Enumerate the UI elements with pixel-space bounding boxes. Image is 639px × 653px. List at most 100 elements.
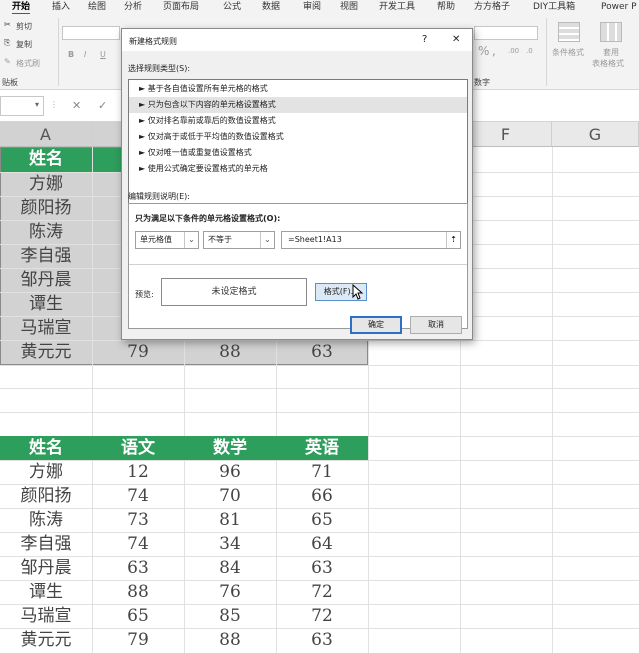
- bottom-score-cell[interactable]: 63: [92, 556, 184, 580]
- bottom-score-cell[interactable]: 73: [92, 508, 184, 532]
- bottom-score-cell[interactable]: 71: [276, 460, 368, 484]
- top-score-cell[interactable]: 79: [92, 340, 184, 364]
- tab-analyze[interactable]: 分析: [124, 0, 142, 14]
- tab-view[interactable]: 视图: [340, 0, 358, 14]
- bottom-name-cell[interactable]: 谭生: [0, 580, 92, 604]
- dialog-titlebar[interactable]: 新建格式规则 ? ✕: [122, 29, 472, 51]
- operator-combo[interactable]: 不等于 ⌄: [203, 231, 275, 249]
- bottom-header-cell[interactable]: 英语: [276, 436, 368, 460]
- bottom-score-cell[interactable]: 81: [184, 508, 276, 532]
- tab-help[interactable]: 帮助: [437, 0, 455, 14]
- range-select-icon[interactable]: ⇡: [446, 232, 460, 248]
- top-name-cell[interactable]: 陈涛: [0, 220, 92, 244]
- format-painter-button[interactable]: 格式刷: [16, 58, 40, 69]
- bottom-score-cell[interactable]: 72: [276, 604, 368, 628]
- tab-data[interactable]: 数据: [262, 0, 280, 14]
- column-header-a[interactable]: A: [0, 122, 92, 147]
- rule-type-item[interactable]: ► 仅对排名靠前或靠后的数值设置格式: [129, 113, 467, 129]
- rule-type-item-selected[interactable]: ► 只为包含以下内容的单元格设置格式: [129, 97, 467, 113]
- tab-insert[interactable]: 插入: [52, 0, 70, 14]
- bottom-name-cell[interactable]: 陈涛: [0, 508, 92, 532]
- top-name-cell[interactable]: 邹丹晨: [0, 268, 92, 292]
- decrease-decimal-button[interactable]: .0: [526, 47, 533, 55]
- number-format-box[interactable]: [474, 26, 538, 40]
- table-format-label-1[interactable]: 套用: [603, 47, 619, 58]
- underline-button[interactable]: U: [100, 50, 106, 59]
- rule-type-item[interactable]: ► 仅对高于或低于平均值的数值设置格式: [129, 129, 467, 145]
- tab-review[interactable]: 审阅: [303, 0, 321, 14]
- bottom-score-cell[interactable]: 76: [184, 580, 276, 604]
- bottom-score-cell[interactable]: 72: [276, 580, 368, 604]
- tab-developer[interactable]: 开发工具: [379, 0, 415, 14]
- bottom-score-cell[interactable]: 34: [184, 532, 276, 556]
- top-score-cell[interactable]: 63: [276, 340, 368, 364]
- cut-button[interactable]: 剪切: [16, 21, 32, 32]
- top-name-cell[interactable]: 马瑞宣: [0, 316, 92, 340]
- bottom-score-cell[interactable]: 63: [276, 628, 368, 652]
- close-button[interactable]: ✕: [452, 34, 460, 45]
- name-box-dropdown-icon[interactable]: ▾: [35, 100, 39, 109]
- top-name-cell[interactable]: 黄元元: [0, 340, 92, 364]
- tab-power-pivot[interactable]: Power P: [601, 0, 637, 14]
- rule-type-item[interactable]: ► 使用公式确定要设置格式的单元格: [129, 161, 467, 177]
- bottom-score-cell[interactable]: 65: [276, 508, 368, 532]
- tab-page-layout[interactable]: 页面布局: [163, 0, 199, 14]
- bottom-score-cell[interactable]: 64: [276, 532, 368, 556]
- table-format-label-2[interactable]: 表格格式: [592, 58, 624, 69]
- cancel-button[interactable]: 取消: [410, 316, 462, 334]
- column-header-g[interactable]: G: [552, 122, 639, 147]
- tab-formulas[interactable]: 公式: [223, 0, 241, 14]
- bottom-score-cell[interactable]: 12: [92, 460, 184, 484]
- tab-home[interactable]: 开始: [12, 0, 31, 15]
- chevron-down-icon[interactable]: ⌄: [184, 232, 198, 248]
- increase-decimal-button[interactable]: .00: [508, 47, 519, 55]
- tab-diy-toolbox[interactable]: DIY工具箱: [533, 0, 575, 14]
- top-score-cell[interactable]: 88: [184, 340, 276, 364]
- bottom-score-cell[interactable]: 79: [92, 628, 184, 652]
- conditional-format-button[interactable]: 条件格式: [552, 47, 584, 58]
- help-button[interactable]: ?: [422, 34, 427, 45]
- bottom-name-cell[interactable]: 李自强: [0, 532, 92, 556]
- bottom-score-cell[interactable]: 66: [276, 484, 368, 508]
- name-box[interactable]: ▾: [0, 96, 44, 116]
- bottom-header-cell[interactable]: 姓名: [0, 436, 92, 460]
- rule-type-item[interactable]: ► 基于各自值设置所有单元格的格式: [129, 81, 467, 97]
- bottom-score-cell[interactable]: 63: [276, 556, 368, 580]
- bottom-name-cell[interactable]: 黄元元: [0, 628, 92, 652]
- ok-button[interactable]: 确定: [350, 316, 402, 334]
- bottom-header-cell[interactable]: 数学: [184, 436, 276, 460]
- top-name-cell[interactable]: 颜阳扬: [0, 196, 92, 220]
- percent-button[interactable]: %: [478, 44, 489, 58]
- bottom-score-cell[interactable]: 65: [92, 604, 184, 628]
- bottom-score-cell[interactable]: 96: [184, 460, 276, 484]
- bottom-score-cell[interactable]: 88: [184, 628, 276, 652]
- italic-button[interactable]: I: [84, 50, 86, 59]
- formula-input[interactable]: =Sheet1!A13 ⇡: [281, 231, 461, 249]
- bottom-score-cell[interactable]: 88: [92, 580, 184, 604]
- tab-fangfang[interactable]: 方方格子: [474, 0, 510, 14]
- bottom-score-cell[interactable]: 84: [184, 556, 276, 580]
- bottom-score-cell[interactable]: 85: [184, 604, 276, 628]
- cell-value-combo[interactable]: 单元格值 ⌄: [135, 231, 199, 249]
- comma-button[interactable]: ,: [492, 44, 496, 58]
- bottom-name-cell[interactable]: 邹丹晨: [0, 556, 92, 580]
- font-name-box[interactable]: [62, 26, 120, 40]
- copy-button[interactable]: 复制: [16, 39, 32, 50]
- top-name-cell[interactable]: 李自强: [0, 244, 92, 268]
- top-header-name[interactable]: 姓名: [0, 147, 92, 171]
- rule-type-list[interactable]: ► 基于各自值设置所有单元格的格式 ► 只为包含以下内容的单元格设置格式 ► 仅…: [128, 79, 468, 205]
- cancel-formula-icon[interactable]: ✕: [72, 99, 81, 112]
- chevron-down-icon[interactable]: ⌄: [260, 232, 274, 248]
- rule-type-item[interactable]: ► 仅对唯一值或重复值设置格式: [129, 145, 467, 161]
- tab-draw[interactable]: 绘图: [88, 0, 106, 14]
- bottom-name-cell[interactable]: 马瑞宣: [0, 604, 92, 628]
- bottom-header-cell[interactable]: 语文: [92, 436, 184, 460]
- bottom-score-cell[interactable]: 74: [92, 532, 184, 556]
- enter-formula-icon[interactable]: ✓: [98, 99, 107, 112]
- bold-button[interactable]: B: [68, 50, 74, 59]
- bottom-score-cell[interactable]: 70: [184, 484, 276, 508]
- bottom-score-cell[interactable]: 74: [92, 484, 184, 508]
- top-name-cell[interactable]: 谭生: [0, 292, 92, 316]
- bottom-name-cell[interactable]: 方娜: [0, 460, 92, 484]
- top-name-cell[interactable]: 方娜: [0, 172, 92, 196]
